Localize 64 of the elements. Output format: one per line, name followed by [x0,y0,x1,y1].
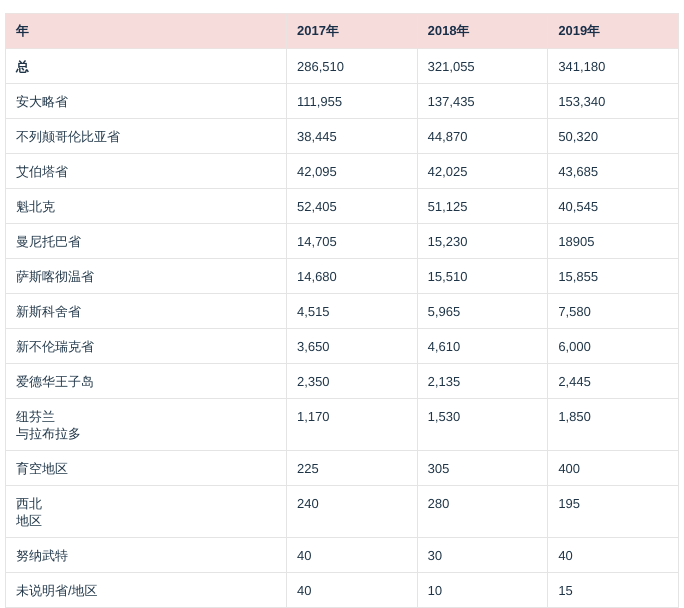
value-cell: 286,510 [286,48,418,84]
value-cell: 1,850 [548,398,678,450]
value-cell: 40 [286,538,418,572]
value-cell: 4,515 [286,294,418,328]
value-cell: 42,095 [286,154,418,188]
value-cell: 40 [548,538,678,572]
value-cell: 50,320 [548,118,678,154]
value-cell: 15,230 [417,224,548,258]
value-cell: 15 [548,572,678,608]
region-cell: 纽芬兰 与拉布拉多 [6,398,286,450]
value-cell: 7,580 [548,294,678,328]
value-cell: 52,405 [286,188,418,224]
region-cell: 育空地区 [6,450,286,486]
value-cell: 14,705 [286,224,418,258]
value-cell: 2,350 [286,364,418,398]
region-cell: 魁北克 [6,188,286,224]
value-cell: 14,680 [286,258,418,294]
value-cell: 1,170 [286,398,418,450]
column-header: 2019年 [548,14,678,48]
value-cell: 153,340 [548,84,678,118]
column-header: 2017年 [286,14,418,48]
region-cell: 艾伯塔省 [6,154,286,188]
value-cell: 111,955 [286,84,418,118]
value-cell: 3,650 [286,328,418,364]
region-cell: 不列颠哥伦比亚省 [6,118,286,154]
value-cell: 44,870 [417,118,548,154]
value-cell: 15,510 [417,258,548,294]
value-cell: 6,000 [548,328,678,364]
value-cell: 137,435 [417,84,548,118]
value-cell: 43,685 [548,154,678,188]
value-cell: 40,545 [548,188,678,224]
value-cell: 341,180 [548,48,678,84]
column-header: 2018年 [417,14,548,48]
region-cell: 新斯科舍省 [6,294,286,328]
region-cell: 新不伦瑞克省 [6,328,286,364]
region-cell: 曼尼托巴省 [6,224,286,258]
value-cell: 42,025 [417,154,548,188]
value-cell: 321,055 [417,48,548,84]
value-cell: 30 [417,538,548,572]
value-cell: 51,125 [417,188,548,224]
region-cell: 西北 地区 [6,486,286,538]
value-cell: 400 [548,450,678,486]
value-cell: 225 [286,450,418,486]
value-cell: 40 [286,572,418,608]
region-cell: 未说明省/地区 [6,572,286,608]
value-cell: 38,445 [286,118,418,154]
region-cell: 萨斯喀彻温省 [6,258,286,294]
region-cell: 总 [6,48,286,84]
value-cell: 5,965 [417,294,548,328]
value-cell: 305 [417,450,548,486]
column-header: 年 [6,14,286,48]
region-cell: 爱德华王子岛 [6,364,286,398]
value-cell: 15,855 [548,258,678,294]
value-cell: 4,610 [417,328,548,364]
value-cell: 18905 [548,224,678,258]
value-cell: 240 [286,486,418,538]
value-cell: 2,445 [548,364,678,398]
value-cell: 195 [548,486,678,538]
value-cell: 280 [417,486,548,538]
value-cell: 10 [417,572,548,608]
value-cell: 2,135 [417,364,548,398]
value-cell: 1,530 [417,398,548,450]
region-cell: 安大略省 [6,84,286,118]
region-cell: 努纳武特 [6,538,286,572]
